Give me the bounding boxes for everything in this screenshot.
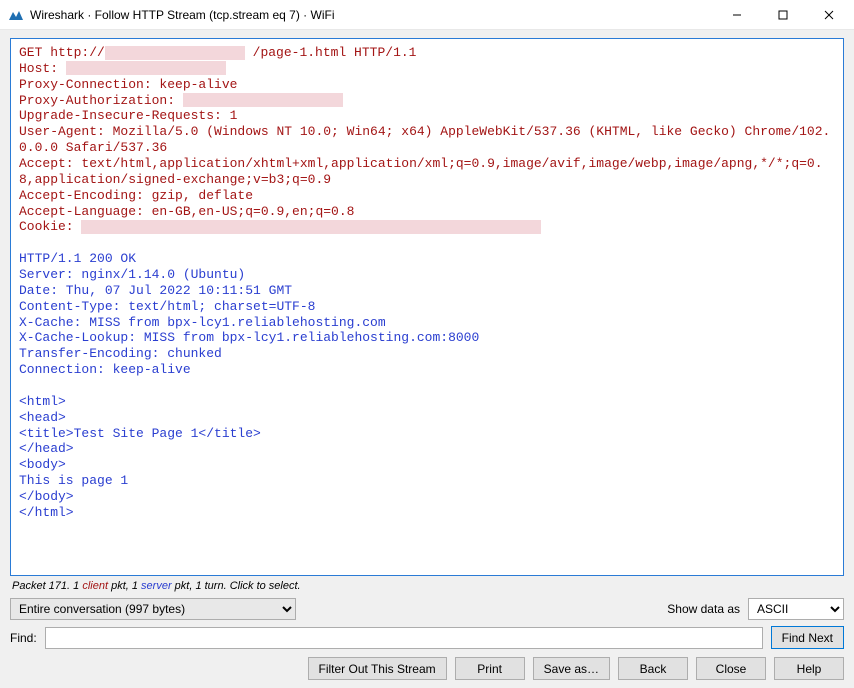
redacted: . <box>105 46 245 60</box>
help-button[interactable]: Help <box>774 657 844 680</box>
req-header: Accept: text/html,application/xhtml+xml,… <box>19 156 823 187</box>
conversation-select[interactable]: Entire conversation (997 bytes) <box>10 598 296 620</box>
resp-body: </html> <box>19 505 74 520</box>
button-row: Filter Out This Stream Print Save as… Ba… <box>10 657 844 680</box>
status-line[interactable]: Packet 171. 1 client pkt, 1 server pkt, … <box>10 576 844 598</box>
client-count: client <box>82 580 108 592</box>
req-header: Cookie: <box>19 219 81 234</box>
resp-body: <html> <box>19 394 66 409</box>
controls-row: Entire conversation (997 bytes) Show dat… <box>10 598 844 620</box>
showas-label: Show data as <box>667 602 740 616</box>
req-header: User-Agent: Mozilla/5.0 (Windows NT 10.0… <box>19 124 830 155</box>
req-header: Proxy-Connection: keep-alive <box>19 77 237 92</box>
req-header: Accept-Encoding: gzip, deflate <box>19 188 253 203</box>
resp-header: Transfer-Encoding: chunked <box>19 346 222 361</box>
resp-body: </body> <box>19 489 74 504</box>
resp-header: Content-Type: text/html; charset=UTF-8 <box>19 299 315 314</box>
showas-select[interactable]: ASCII <box>748 598 844 620</box>
resp-header: Server: nginx/1.14.0 (Ubuntu) <box>19 267 245 282</box>
redacted: . <box>81 220 541 234</box>
dialog-content: GET http://. /page-1.html HTTP/1.1 Host:… <box>0 30 854 688</box>
find-label: Find: <box>10 631 37 645</box>
resp-body: <title>Test Site Page 1</title> <box>19 426 261 441</box>
saveas-button[interactable]: Save as… <box>533 657 610 680</box>
resp-header: X-Cache-Lookup: MISS from bpx-lcy1.relia… <box>19 330 479 345</box>
resp-body: <head> <box>19 410 66 425</box>
find-row: Find: Find Next <box>10 626 844 649</box>
maximize-button[interactable] <box>760 0 806 30</box>
find-next-button[interactable]: Find Next <box>771 626 844 649</box>
find-input[interactable] <box>45 627 763 649</box>
titlebar: Wireshark · Follow HTTP Stream (tcp.stre… <box>0 0 854 30</box>
resp-status: HTTP/1.1 200 OK <box>19 251 136 266</box>
req-header: Accept-Language: en-GB,en-US;q=0.9,en;q=… <box>19 204 354 219</box>
req-line: /page-1.html HTTP/1.1 <box>253 45 417 60</box>
window-title: Wireshark · Follow HTTP Stream (tcp.stre… <box>30 8 714 22</box>
resp-header: Date: Thu, 07 Jul 2022 10:11:51 GMT <box>19 283 292 298</box>
resp-body: <body> <box>19 457 66 472</box>
close-button[interactable] <box>806 0 852 30</box>
wireshark-icon <box>8 7 24 23</box>
req-header: Proxy-Authorization: <box>19 93 183 108</box>
resp-body: </head> <box>19 441 74 456</box>
print-button[interactable]: Print <box>455 657 525 680</box>
resp-body: This is page 1 <box>19 473 128 488</box>
req-header: Upgrade-Insecure-Requests: 1 <box>19 108 237 123</box>
server-count: server <box>141 580 172 592</box>
resp-header: X-Cache: MISS from bpx-lcy1.reliablehost… <box>19 315 386 330</box>
resp-header: Connection: keep-alive <box>19 362 191 377</box>
close-dialog-button[interactable]: Close <box>696 657 766 680</box>
redacted: . <box>183 93 343 107</box>
req-line: GET http:// <box>19 45 105 60</box>
back-button[interactable]: Back <box>618 657 688 680</box>
filter-out-button[interactable]: Filter Out This Stream <box>308 657 447 680</box>
redacted: . <box>66 61 226 75</box>
window-controls <box>714 0 852 30</box>
stream-text[interactable]: GET http://. /page-1.html HTTP/1.1 Host:… <box>10 38 844 576</box>
minimize-button[interactable] <box>714 0 760 30</box>
req-header: Host: <box>19 61 66 76</box>
